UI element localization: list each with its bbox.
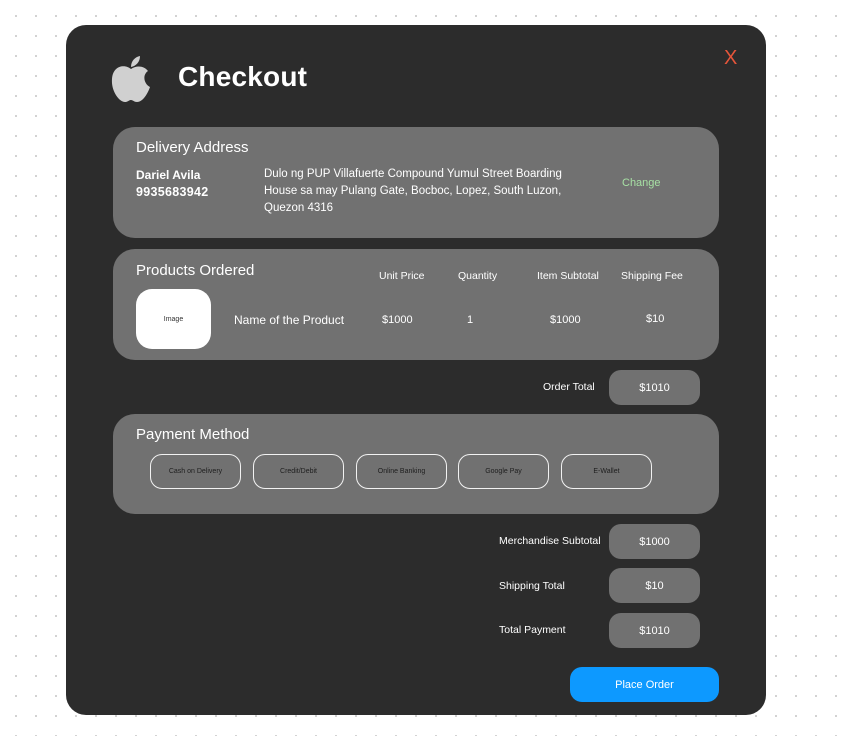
page-title: Checkout xyxy=(178,61,308,92)
product-shipping-fee: $10 xyxy=(646,313,665,325)
payment-option-e-wallet[interactable]: E-Wallet xyxy=(561,454,652,489)
close-icon[interactable]: X xyxy=(724,47,737,70)
product-name: Name of the Product xyxy=(234,313,345,327)
payment-option-credit-debit[interactable]: Credit/Debit xyxy=(253,454,344,489)
product-item-subtotal: $1000 xyxy=(550,314,581,326)
place-order-button[interactable]: Place Order xyxy=(570,667,719,702)
delivery-address-text: Dulo ng PUP Villafuerte Compound Yumul S… xyxy=(264,168,562,214)
column-unit-price: Unit Price xyxy=(379,270,425,282)
apple-logo-icon xyxy=(111,56,150,102)
products-ordered-title: Products Ordered xyxy=(136,262,255,279)
payment-option-google-pay[interactable]: Google Pay xyxy=(458,454,549,489)
delivery-address-panel: Delivery Address Dariel Avila 9935683942… xyxy=(113,127,719,238)
column-quantity: Quantity xyxy=(458,270,498,282)
payment-option-cash-on-delivery[interactable]: Cash on Delivery xyxy=(150,454,241,489)
payment-option-online-banking[interactable]: Online Banking xyxy=(356,454,447,489)
payment-method-panel: Payment Method Cash on Delivery Credit/D… xyxy=(113,414,719,514)
order-total-label: Order Total xyxy=(543,381,595,393)
merchandise-subtotal-value: $1000 xyxy=(609,524,700,559)
column-item-subtotal: Item Subtotal xyxy=(537,270,599,282)
merchandise-subtotal-label: Merchandise Subtotal xyxy=(499,535,601,547)
checkout-modal: Checkout X Delivery Address Dariel Avila… xyxy=(66,25,766,715)
column-shipping-fee: Shipping Fee xyxy=(621,270,683,282)
delivery-address-title: Delivery Address xyxy=(136,139,249,156)
product-unit-price: $1000 xyxy=(382,314,413,326)
recipient-phone: 9935683942 xyxy=(136,185,209,199)
product-quantity: 1 xyxy=(467,314,474,326)
payment-method-title: Payment Method xyxy=(136,426,250,443)
total-payment-value: $1010 xyxy=(609,613,700,648)
shipping-total-label: Shipping Total xyxy=(499,580,565,592)
shipping-total-value: $10 xyxy=(609,568,700,603)
total-payment-label: Total Payment xyxy=(499,624,566,636)
product-image: Image xyxy=(136,289,211,349)
change-address-link[interactable]: Change xyxy=(622,177,661,189)
recipient-name: Dariel Avila xyxy=(136,168,201,182)
products-ordered-panel: Products Ordered Unit Price Quantity Ite… xyxy=(113,249,719,360)
order-total-value: $1010 xyxy=(609,370,700,405)
